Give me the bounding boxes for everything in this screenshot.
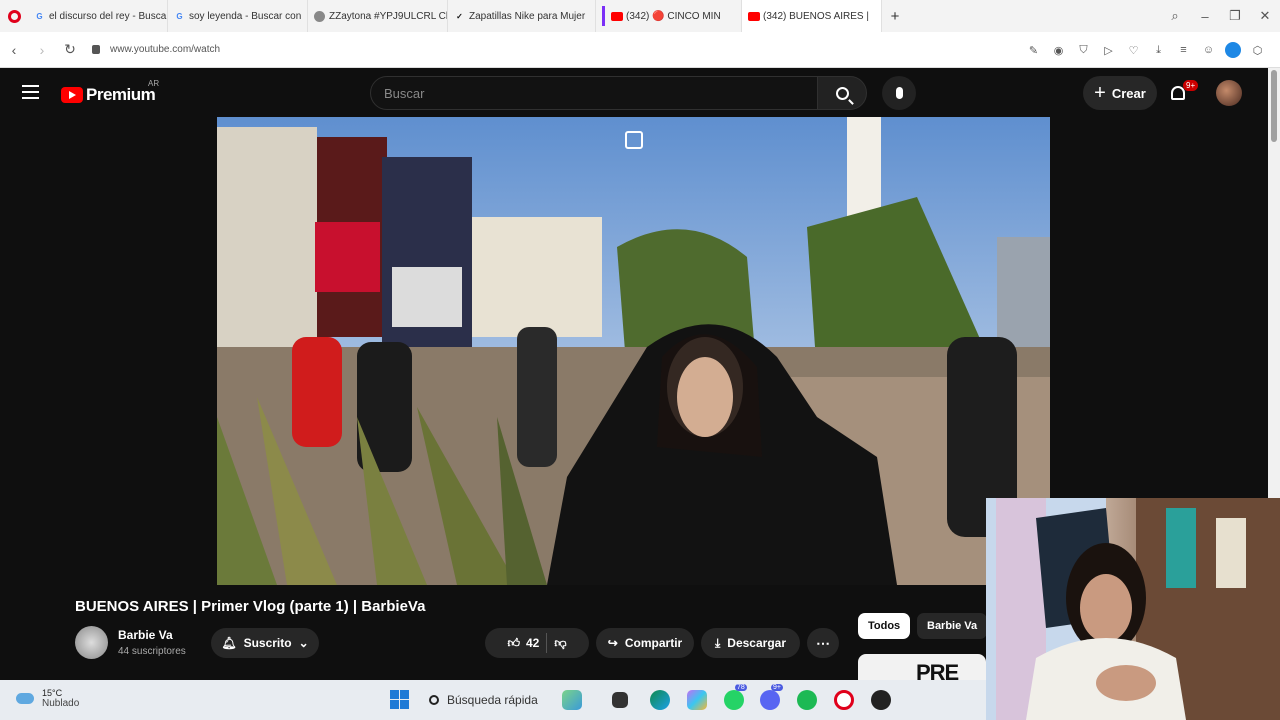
url-field[interactable]: www.youtube.com/watch [92,44,220,55]
share-icon: ↪ [607,636,618,650]
youtube-header: Premium AR Buscar + Crear 9+ [0,68,1268,118]
photos-app-icon[interactable] [562,690,582,710]
hamburger-menu-icon[interactable] [22,85,39,103]
like-count: 42 [526,636,540,650]
notifications-badge: 9+ [1183,80,1199,91]
webcam-frame [986,498,1280,720]
google-icon: G [36,11,43,21]
more-icon: ⋯ [816,634,830,651]
tab-cinco-min[interactable]: (342) 🔴 CINCO MIN [596,0,742,32]
download-button[interactable]: ⤓ Descargar [701,628,800,658]
notifications-button[interactable]: 9+ [1171,80,1199,102]
close-icon[interactable]: ✕ [1250,8,1280,24]
profile-icon[interactable]: ☺ [1196,44,1221,56]
voice-search-button[interactable] [882,76,916,110]
whatsapp-icon[interactable]: 78 [724,684,747,710]
minimize-icon[interactable]: – [1190,9,1220,24]
tab-zapatillas-nike[interactable]: ✓ Zapatillas Nike para Mujer [448,0,596,32]
restore-icon[interactable]: ❐ [1220,8,1250,24]
tab-zzaytona[interactable]: ZZaytona #YPJ9ULCRL Cla [308,0,448,32]
edit-icon[interactable]: ✎ [1021,44,1046,57]
address-bar-tools: ✎ ◉ ⛉ ▷ ♡ ⤓ ≡ ☺ ⬡ [1021,32,1270,68]
discord-icon[interactable]: 9+ [760,684,783,710]
miniplayer-icon[interactable] [625,131,643,149]
tab-buenos-aires[interactable]: (342) BUENOS AIRES | [742,0,882,32]
search-icon [429,695,439,705]
youtube-play-icon [61,87,83,103]
search-tabs-icon[interactable]: ⌕ [1160,8,1190,24]
play-icon[interactable]: ▷ [1096,44,1121,57]
mic-icon [895,87,903,99]
bell-icon: 🔔︎ [221,636,237,650]
thumbs-down-icon: 👎︎ [554,635,567,650]
like-dislike-group: 👍︎ 42 👎︎ [485,628,589,658]
channel-subscriber-count: 44 suscriptores [118,646,186,657]
spotify-icon[interactable] [797,690,817,710]
download-icon[interactable]: ⤓ [1146,44,1171,57]
lock-icon [92,45,100,54]
new-tab-button[interactable]: + [882,8,908,25]
copilot-icon[interactable] [687,690,707,710]
shield-icon[interactable]: ⛉ [1071,44,1096,57]
terminal-icon[interactable] [612,692,628,708]
game-icon [314,10,325,22]
windows-start-icon[interactable] [390,690,409,709]
extensions-icon[interactable]: ⬡ [1245,44,1270,57]
channel-name[interactable]: Barbie Va [118,628,173,642]
youtube-icon [611,11,623,21]
window-controls: ⌕ – ❐ ✕ [1160,0,1280,32]
webcam-overlay [986,498,1280,720]
messenger-icon[interactable] [1225,42,1241,58]
menu-icon[interactable]: ≡ [1171,44,1196,56]
weather-widget[interactable]: 15°C Nublado [16,688,79,709]
tab-soy-leyenda[interactable]: G soy leyenda - Buscar con [168,0,308,32]
opera-icon[interactable] [834,690,854,710]
cloud-icon [16,693,34,704]
recommended-thumbnail[interactable]: PRE [858,654,986,682]
youtube-premium-logo[interactable]: Premium AR [61,79,159,105]
back-icon[interactable]: ‹ [0,42,28,58]
tab-discurso-rey[interactable]: G el discurso del rey - Busca [28,0,168,32]
browser-tab-strip: G el discurso del rey - Busca G soy leye… [0,0,1280,32]
thumbs-up-icon: 👍︎ [507,635,520,650]
plus-icon: + [1094,82,1106,104]
edge-icon[interactable] [650,690,670,710]
obs-icon[interactable] [871,690,891,710]
more-actions-button[interactable]: ⋯ [807,628,839,658]
account-avatar[interactable] [1216,80,1242,106]
forward-icon[interactable]: › [28,42,56,58]
search-input[interactable]: Buscar [370,76,818,110]
scrollbar-thumb[interactable] [1271,70,1277,142]
camera-icon[interactable]: ◉ [1046,44,1071,57]
video-title: BUENOS AIRES | Primer Vlog (parte 1) | B… [75,598,426,615]
dislike-button[interactable]: 👎︎ [554,636,566,651]
chip-all[interactable]: Todos [858,613,911,639]
google-icon: G [176,11,183,21]
search-icon [835,86,849,100]
like-button[interactable]: 👍︎ 42 [507,636,539,651]
opera-menu-icon[interactable] [0,0,28,32]
divider [546,633,548,653]
nike-icon: ✓ [456,11,463,21]
youtube-icon [748,11,760,21]
chip-channel[interactable]: Barbie Va [917,613,988,639]
share-button[interactable]: ↪ Compartir [596,628,694,658]
tab-group-indicator [602,6,605,26]
channel-avatar[interactable] [75,626,108,659]
video-frame [217,117,1050,585]
download-icon: ⤓ [714,635,721,650]
address-bar: ‹ › ↻ www.youtube.com/watch ✎ ◉ ⛉ ▷ ♡ ⤓ … [0,32,1280,68]
reload-icon[interactable]: ↻ [56,41,84,58]
search-button[interactable] [817,76,867,110]
heart-icon[interactable]: ♡ [1121,44,1146,57]
subscribed-button[interactable]: 🔔︎ Suscrito ⌄ [211,628,319,658]
chevron-down-icon: ⌄ [298,636,309,650]
video-player[interactable] [217,117,1050,585]
create-button[interactable]: + Crear [1083,76,1157,110]
